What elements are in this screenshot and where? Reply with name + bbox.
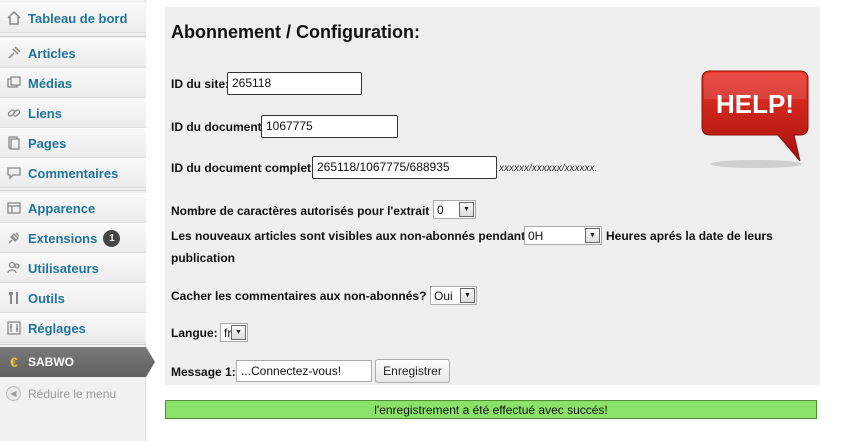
excerpt-length-label: Nombre de caractères autorisés pour l'ex… xyxy=(171,204,430,218)
chevron-down-icon: ▼ xyxy=(585,228,600,243)
pages-icon xyxy=(5,134,23,152)
sidebar-item-label: Utilisateurs xyxy=(28,260,99,276)
sidebar-item-label: Liens xyxy=(28,105,62,121)
full-doc-id-label: ID du document complet: xyxy=(171,161,315,175)
hide-comments-select[interactable]: Oui ▼ xyxy=(430,286,477,305)
sidebar-item-articles[interactable]: Articles xyxy=(0,38,146,68)
sidebar-item-appearance[interactable]: Apparence xyxy=(0,193,146,223)
message-input[interactable]: ...Connectez-vous! xyxy=(236,360,372,382)
settings-icon xyxy=(5,319,23,337)
visibility-suffix-label: Heures aprés la date de leurs xyxy=(606,229,773,243)
site-id-label: ID du site: xyxy=(171,77,230,91)
users-icon xyxy=(5,259,23,277)
hide-comments-label: Cacher les commentaires aux non-abonnés? xyxy=(171,289,427,303)
chevron-down-icon: ▼ xyxy=(460,288,475,303)
sidebar-item-label: Commentaires xyxy=(28,165,119,181)
full-doc-id-format-hint: xxxxxx/xxxxxx/xxxxxx. xyxy=(499,163,598,174)
appearance-icon xyxy=(5,199,23,217)
sidebar-item-media[interactable]: Médias xyxy=(0,68,146,98)
link-icon xyxy=(5,104,23,122)
help-icon[interactable]: HELP! xyxy=(700,69,812,169)
sidebar-item-label: Médias xyxy=(28,75,73,91)
sidebar-item-extensions[interactable]: Extensions 1 xyxy=(0,223,146,253)
doc-id-label: ID du document: xyxy=(171,120,266,134)
config-panel: Abonnement / Configuration: ID du site: … xyxy=(165,7,820,385)
sidebar-item-label: SABWO xyxy=(28,355,74,369)
update-count-badge: 1 xyxy=(103,229,121,247)
media-icon xyxy=(5,74,23,92)
sidebar-item-tools[interactable]: Outils xyxy=(0,283,146,313)
site-id-input[interactable]: 265118 xyxy=(227,72,362,95)
chevron-down-icon: ▼ xyxy=(459,202,474,217)
pin-icon xyxy=(5,44,23,62)
sidebar-item-dashboard[interactable]: Tableau de bord xyxy=(0,3,146,33)
visibility-duration-label: Les nouveaux articles sont visibles aux … xyxy=(171,229,530,243)
success-message: l'enregistrement a été effectué avec suc… xyxy=(165,400,817,419)
sidebar-item-label: Apparence xyxy=(28,200,96,216)
page-title: Abonnement / Configuration: xyxy=(171,22,420,42)
save-button[interactable]: Enregistrer xyxy=(375,359,450,383)
full-doc-id-input[interactable]: 265118/1067775/688935 xyxy=(312,156,497,179)
sidebar-item-sabwo[interactable]: € SABWO xyxy=(0,347,155,377)
sidebar-item-links[interactable]: Liens xyxy=(0,98,146,128)
message-label: Message 1: xyxy=(171,365,236,379)
visibility-suffix-continuation: publication xyxy=(171,251,235,265)
visibility-duration-select[interactable]: 0H ▼ xyxy=(524,226,602,245)
sidebar-item-label: Tableau de bord xyxy=(28,10,128,26)
sidebar-item-users[interactable]: Utilisateurs xyxy=(0,253,146,283)
collapse-menu-button[interactable]: ◀ Réduire le menu xyxy=(6,386,116,401)
svg-text:HELP!: HELP! xyxy=(716,89,794,119)
sidebar-item-label: Extensions xyxy=(28,230,98,246)
excerpt-length-select[interactable]: 0 ▼ xyxy=(433,200,476,219)
sidebar-item-label: Outils xyxy=(28,290,65,306)
doc-id-input[interactable]: 1067775 xyxy=(261,115,398,138)
plugin-icon xyxy=(5,229,23,247)
sidebar-item-label: Réglages xyxy=(28,320,86,336)
sidebar-item-comments[interactable]: Commentaires xyxy=(0,158,146,188)
sidebar-item-label: Pages xyxy=(28,135,67,151)
sidebar-item-settings[interactable]: Réglages xyxy=(0,313,146,343)
home-icon xyxy=(5,9,23,27)
collapse-menu-label: Réduire le menu xyxy=(28,386,117,401)
language-label: Langue: xyxy=(171,326,218,340)
language-select[interactable]: fr ▼ xyxy=(220,323,248,342)
sidebar-item-pages[interactable]: Pages xyxy=(0,128,146,158)
comment-icon xyxy=(5,164,23,182)
sidebar-item-label: Articles xyxy=(28,45,76,61)
tools-icon xyxy=(5,289,23,307)
collapse-arrow-icon: ◀ xyxy=(6,386,21,401)
chevron-down-icon: ▼ xyxy=(231,325,246,340)
euro-icon: € xyxy=(10,354,18,370)
